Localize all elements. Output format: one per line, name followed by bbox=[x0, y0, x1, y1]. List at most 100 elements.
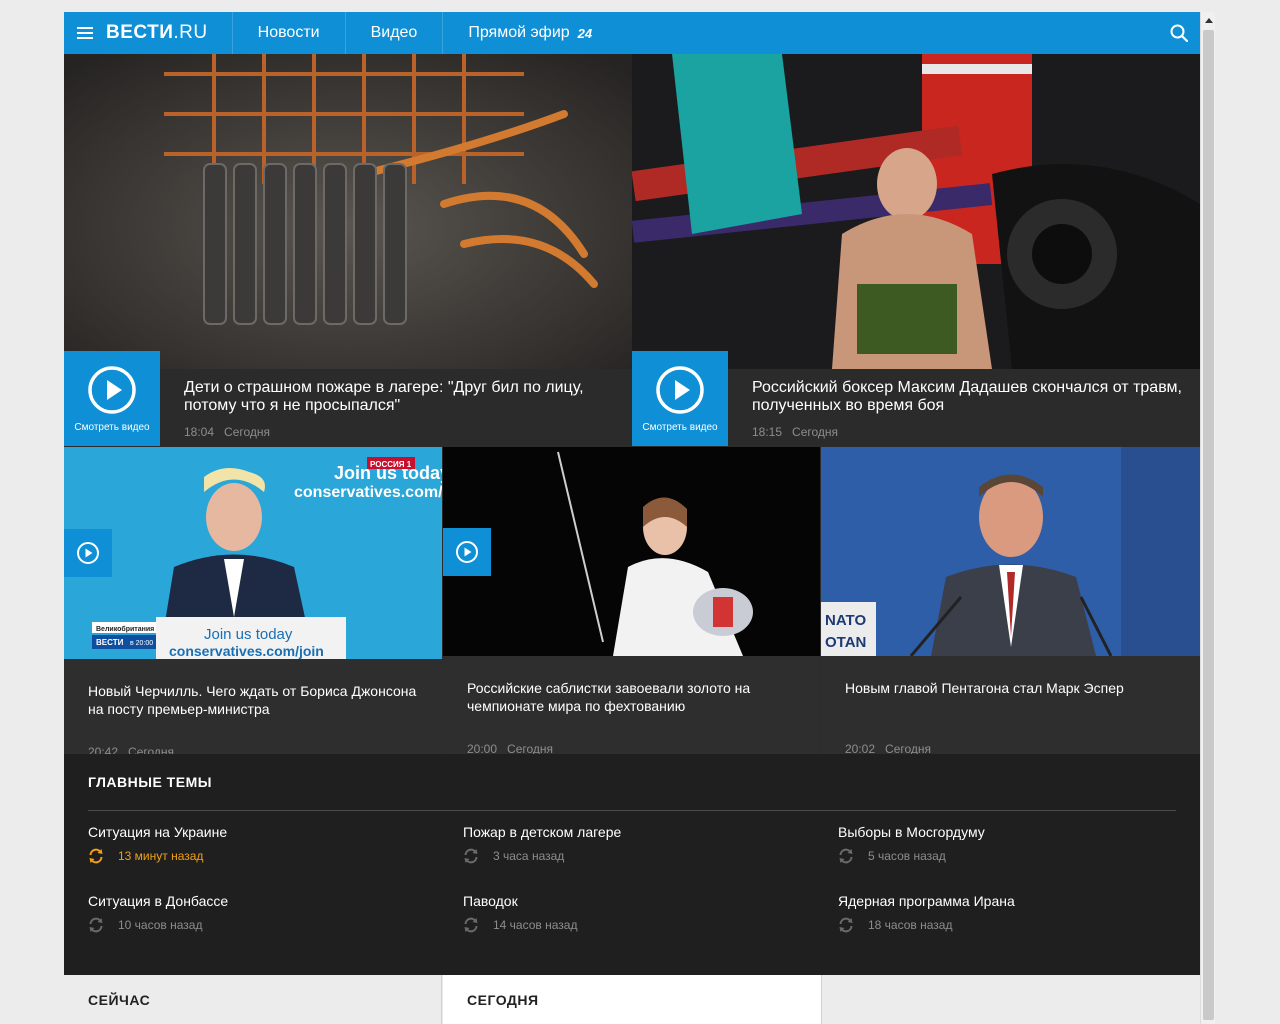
topic-item[interactable]: Выборы в Мосгордуму 5 часов назад bbox=[838, 824, 1198, 864]
topic-updated-text: 10 часов назад bbox=[118, 918, 203, 932]
vertical-scrollbar[interactable] bbox=[1200, 12, 1215, 1024]
tab-empty[interactable] bbox=[821, 975, 1200, 1024]
nato-sign-line2: OTAN bbox=[825, 634, 866, 651]
play-video-button[interactable] bbox=[443, 528, 491, 576]
topic-item[interactable]: Ядерная программа Ирана 18 часов назад bbox=[838, 893, 1198, 933]
tab-now-label: СЕЙЧАС bbox=[88, 991, 151, 1008]
tv-show-tag: ВЕСТИ bbox=[96, 638, 124, 647]
topics-heading: ГЛАВНЫЕ ТЕМЫ bbox=[88, 774, 212, 790]
tv-time-tag: в 20:00 bbox=[130, 640, 153, 647]
podium-site: conservatives.com/join bbox=[169, 643, 324, 659]
live-24-badge: 24 bbox=[577, 25, 593, 41]
play-icon bbox=[77, 542, 99, 564]
story-title[interactable]: Российские саблистки завоевали золото на… bbox=[467, 679, 797, 715]
topic-updated: 3 часа назад bbox=[463, 848, 823, 864]
story-day: Сегодня bbox=[128, 745, 175, 754]
story-meta: 18:15 Сегодня bbox=[752, 425, 838, 439]
story-meta: 20:02 Сегодня bbox=[845, 742, 931, 754]
story-image-boxing-ring bbox=[632, 54, 1200, 369]
topic-updated-text: 18 часов назад bbox=[868, 918, 953, 932]
story-time: 18:04 bbox=[184, 425, 215, 439]
top-navbar: ВЕСТИ .RU Новости Видео Прямой эфир 24 bbox=[64, 12, 1200, 54]
topic-name[interactable]: Ситуация на Украине bbox=[88, 824, 448, 840]
hamburger-icon bbox=[77, 27, 93, 39]
topic-updated: 18 часов назад bbox=[838, 917, 1198, 933]
play-video-button[interactable] bbox=[64, 529, 112, 577]
watch-video-label: Смотреть видео bbox=[74, 421, 150, 433]
topic-name[interactable]: Ситуация в Донбассе bbox=[88, 893, 448, 909]
logo-main: ВЕСТИ bbox=[106, 22, 174, 43]
watch-video-button[interactable]: Смотреть видео bbox=[632, 351, 728, 446]
nav-news[interactable]: Новости bbox=[233, 12, 346, 54]
nato-sign-line1: NATO bbox=[825, 612, 866, 629]
story-time: 18:15 bbox=[752, 425, 783, 439]
story-title[interactable]: Новый Черчилль. Чего ждать от Бориса Джо… bbox=[88, 682, 418, 718]
topic-updated-text: 3 часа назад bbox=[493, 849, 565, 863]
topic-item[interactable]: Пожар в детском лагере 3 часа назад bbox=[463, 824, 823, 864]
refresh-icon bbox=[89, 848, 103, 864]
story-time: 20:00 bbox=[467, 742, 498, 754]
refresh-icon bbox=[89, 917, 103, 933]
story-meta: 20:42 Сегодня bbox=[88, 745, 174, 754]
watch-video-button[interactable]: Смотреть видео bbox=[64, 351, 160, 446]
story-image-mark-esper: NATO OTAN bbox=[821, 447, 1200, 656]
topic-name[interactable]: Ядерная программа Ирана bbox=[838, 893, 1198, 909]
topic-name[interactable]: Паводок bbox=[463, 893, 823, 909]
watch-video-label: Смотреть видео bbox=[642, 421, 718, 433]
scroll-up-button[interactable] bbox=[1202, 12, 1215, 28]
tab-now[interactable]: СЕЙЧАС bbox=[64, 975, 442, 1024]
nav-live[interactable]: Прямой эфир 24 bbox=[443, 12, 617, 54]
story-day: Сегодня bbox=[507, 742, 554, 754]
story-day: Сегодня bbox=[885, 742, 932, 754]
search-button[interactable] bbox=[1158, 12, 1200, 54]
mid-story-fencing[interactable]: Российские саблистки завоевали золото на… bbox=[443, 447, 820, 754]
tv-country-tag: Великобритания bbox=[96, 625, 154, 633]
scroll-thumb[interactable] bbox=[1203, 30, 1214, 1020]
tab-today[interactable]: СЕГОДНЯ bbox=[443, 975, 821, 1024]
story-time: 20:42 bbox=[88, 745, 119, 754]
story-meta: 18:04 Сегодня bbox=[184, 425, 270, 439]
top-story-boxer[interactable]: Смотреть видео Российский боксер Максим … bbox=[632, 54, 1200, 446]
topic-updated: 10 часов назад bbox=[88, 917, 448, 933]
play-icon bbox=[656, 365, 704, 414]
channel-logo: РОССИЯ 1 bbox=[370, 460, 412, 469]
search-icon bbox=[1170, 24, 1188, 42]
play-icon bbox=[88, 365, 136, 414]
site-logo[interactable]: ВЕСТИ .RU bbox=[106, 12, 233, 54]
page: ВЕСТИ .RU Новости Видео Прямой эфир 24 С… bbox=[64, 12, 1200, 1024]
topic-updated: 5 часов назад bbox=[838, 848, 1198, 864]
play-icon bbox=[456, 541, 478, 563]
topic-item[interactable]: Ситуация на Украине 13 минут назад bbox=[88, 824, 448, 864]
refresh-icon bbox=[839, 848, 853, 864]
nav-news-label: Новости bbox=[257, 24, 320, 41]
topic-updated-text: 13 минут назад bbox=[118, 849, 204, 863]
mid-story-johnson[interactable]: Join us today conservatives.com/ РОССИЯ … bbox=[64, 447, 442, 754]
nav-live-label: Прямой эфир bbox=[468, 24, 570, 41]
nav-video[interactable]: Видео bbox=[346, 12, 444, 54]
feed-tabs: СЕЙЧАС СЕГОДНЯ bbox=[64, 975, 1200, 1024]
tab-today-label: СЕГОДНЯ bbox=[467, 991, 539, 1008]
topics-divider bbox=[88, 810, 1176, 811]
topic-item[interactable]: Паводок 14 часов назад bbox=[463, 893, 823, 933]
arrow-up-icon bbox=[1204, 17, 1213, 23]
refresh-icon bbox=[464, 917, 478, 933]
story-title[interactable]: Новым главой Пентагона стал Марк Эспер bbox=[845, 679, 1175, 697]
top-story-fire[interactable]: Смотреть видео Дети о страшном пожаре в … bbox=[64, 54, 632, 446]
mid-story-pentagon[interactable]: NATO OTAN Новым главой Пентагона стал Ма… bbox=[821, 447, 1200, 754]
topic-name[interactable]: Пожар в детском лагере bbox=[463, 824, 823, 840]
story-meta: 20:00 Сегодня bbox=[467, 742, 553, 754]
story-title[interactable]: Дети о страшном пожаре в лагере: "Друг б… bbox=[184, 379, 614, 415]
story-time: 20:02 bbox=[845, 742, 876, 754]
topic-updated: 13 минут назад bbox=[88, 848, 448, 864]
story-image-boris-johnson: Join us today conservatives.com/ РОССИЯ … bbox=[64, 447, 442, 659]
story-day: Сегодня bbox=[792, 425, 839, 439]
topic-name[interactable]: Выборы в Мосгордуму bbox=[838, 824, 1198, 840]
podium-slogan: Join us today bbox=[204, 626, 293, 643]
story-image-burned-radiator bbox=[64, 54, 632, 369]
nav-video-label: Видео bbox=[370, 24, 418, 41]
story-title[interactable]: Российский боксер Максим Дадашев скончал… bbox=[752, 379, 1182, 415]
hamburger-menu-button[interactable] bbox=[64, 12, 106, 54]
topic-item[interactable]: Ситуация в Донбассе 10 часов назад bbox=[88, 893, 448, 933]
topic-updated-text: 14 часов назад bbox=[493, 918, 578, 932]
story-image-fencer bbox=[443, 447, 820, 656]
